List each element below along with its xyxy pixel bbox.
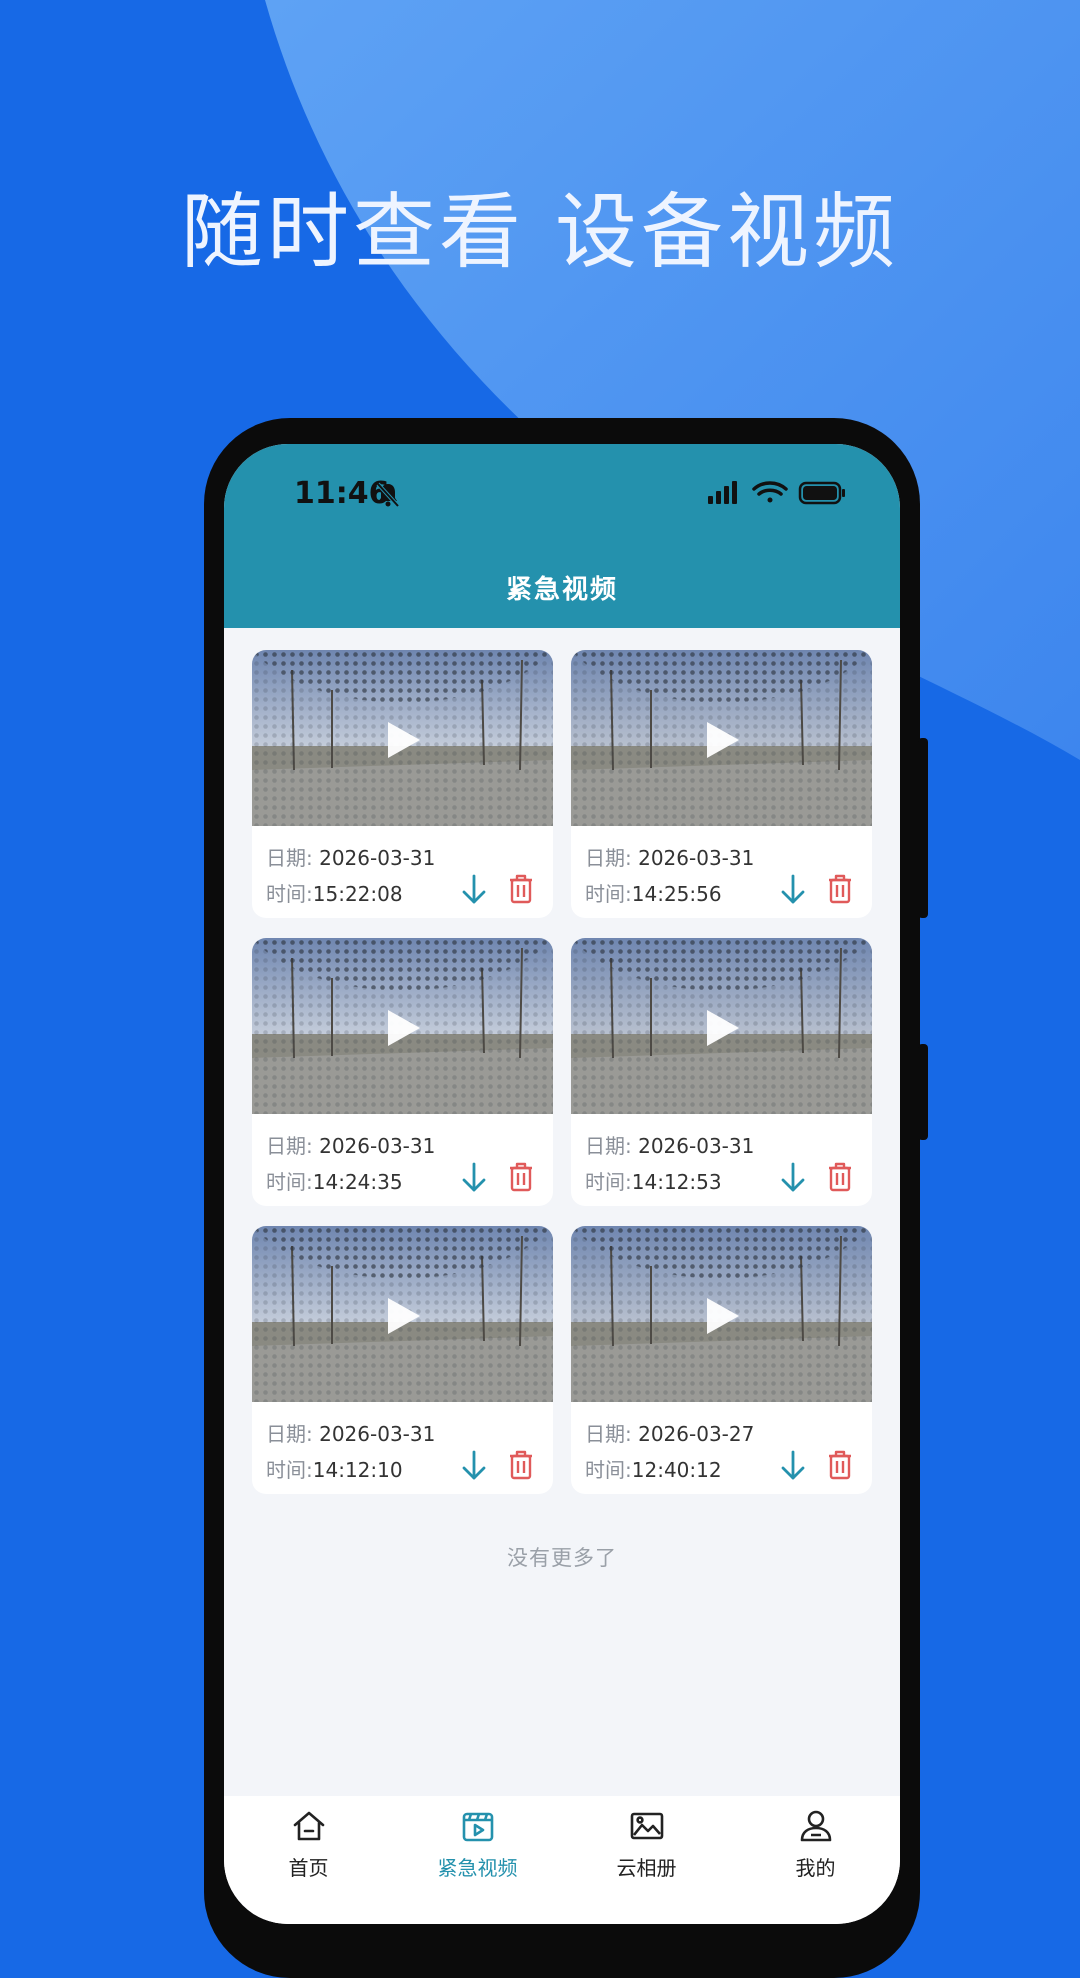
video-time: 时间:14:24:35 [266, 1166, 403, 1195]
date-value: 2026-03-31 [319, 1134, 436, 1158]
video-date: 日期: 2026-03-31 [266, 842, 435, 871]
play-icon[interactable] [388, 1010, 420, 1046]
delete-icon[interactable] [509, 1162, 533, 1192]
user-icon [800, 1810, 831, 1842]
mute-bell-icon [376, 482, 400, 508]
video-thumbnail[interactable] [252, 1226, 553, 1402]
time-label: 时间: [266, 882, 313, 906]
play-icon[interactable] [707, 1298, 739, 1334]
delete-icon[interactable] [509, 874, 533, 904]
time-value: 14:12:53 [631, 1170, 722, 1194]
video-time: 时间:14:12:10 [266, 1454, 403, 1483]
video-thumbnail[interactable] [252, 938, 553, 1114]
video-date: 日期: 2026-03-27 [585, 1418, 754, 1447]
video-thumbnail[interactable] [571, 650, 872, 826]
time-label: 时间: [585, 1458, 632, 1482]
play-icon[interactable] [707, 722, 739, 758]
tab-mine[interactable]: 我的 [731, 1808, 900, 1881]
download-icon[interactable] [779, 1162, 807, 1194]
date-label: 日期: [266, 1422, 320, 1446]
time-label: 时间: [266, 1458, 313, 1482]
video-date: 日期: 2026-03-31 [266, 1130, 435, 1159]
tab-emergency-video-label: 紧急视频 [437, 1856, 518, 1880]
time-value: 14:12:10 [312, 1458, 403, 1482]
delete-icon[interactable] [828, 1450, 852, 1480]
video-card[interactable]: 日期: 2026-03-31 时间:14:24:35 [252, 938, 553, 1206]
date-value: 2026-03-31 [638, 846, 755, 870]
download-icon[interactable] [460, 1450, 488, 1482]
date-label: 日期: [585, 1422, 639, 1446]
time-label: 时间: [585, 882, 632, 906]
video-time: 时间:14:25:56 [585, 878, 722, 907]
photo-icon [630, 1812, 663, 1840]
promo-headline: 随时查看 设备视频 [180, 185, 900, 280]
tab-home[interactable]: 首页 [224, 1808, 393, 1881]
video-card[interactable]: 日期: 2026-03-27 时间:12:40:12 [571, 1226, 872, 1494]
video-date: 日期: 2026-03-31 [585, 1130, 754, 1159]
video-card[interactable]: 日期: 2026-03-31 时间:15:22:08 [252, 650, 553, 918]
video-thumbnail[interactable] [571, 938, 872, 1114]
time-value: 14:24:35 [312, 1170, 403, 1194]
play-icon[interactable] [388, 722, 420, 758]
download-icon[interactable] [779, 1450, 807, 1482]
video-card[interactable]: 日期: 2026-03-31 时间:14:12:53 [571, 938, 872, 1206]
time-value: 15:22:08 [312, 882, 403, 906]
date-label: 日期: [266, 846, 320, 870]
battery-icon [798, 481, 845, 505]
tab-cloud-album[interactable]: 云相册 [562, 1808, 731, 1881]
list-end-text: 没有更多了 [507, 1546, 617, 1570]
download-icon[interactable] [460, 1162, 488, 1194]
date-value: 2026-03-31 [319, 846, 436, 870]
signal-icon [708, 481, 737, 504]
status-icons [708, 481, 845, 505]
video-time: 时间:12:40:12 [585, 1454, 722, 1483]
video-icon [462, 1812, 493, 1842]
date-value: 2026-03-31 [638, 1134, 755, 1158]
video-thumbnail[interactable] [252, 650, 553, 826]
phone-frame: 11:46 紧急视频 日期: 2026-03-31 时间:15:22:08 日期… [204, 418, 928, 1978]
date-label: 日期: [585, 1134, 639, 1158]
video-card[interactable]: 日期: 2026-03-31 时间:14:25:56 [571, 650, 872, 918]
video-card[interactable]: 日期: 2026-03-31 时间:14:12:10 [252, 1226, 553, 1494]
home-icon [293, 1811, 324, 1841]
video-time: 时间:14:12:53 [585, 1166, 722, 1195]
delete-icon[interactable] [509, 1450, 533, 1480]
time-label: 时间: [585, 1170, 632, 1194]
play-icon[interactable] [388, 1298, 420, 1334]
time-value: 12:40:12 [631, 1458, 722, 1482]
delete-icon[interactable] [828, 1162, 852, 1192]
tab-mine-label: 我的 [795, 1856, 836, 1880]
time-value: 14:25:56 [631, 882, 722, 906]
tab-emergency-video[interactable]: 紧急视频 [393, 1808, 562, 1881]
video-date: 日期: 2026-03-31 [585, 842, 754, 871]
video-thumbnail[interactable] [571, 1226, 872, 1402]
video-grid: 日期: 2026-03-31 时间:15:22:08 日期: 2026-03-31 时… [252, 650, 872, 1494]
date-label: 日期: [266, 1134, 320, 1158]
bottom-tab-bar: 首页 紧急视频 云相册 我的 [224, 1796, 900, 1924]
date-label: 日期: [585, 846, 639, 870]
download-icon[interactable] [460, 874, 488, 906]
app-screen: 11:46 紧急视频 日期: 2026-03-31 时间:15:22:08 日期… [224, 444, 900, 1924]
video-time: 时间:15:22:08 [266, 878, 403, 907]
date-value: 2026-03-27 [638, 1422, 755, 1446]
play-icon[interactable] [707, 1010, 739, 1046]
download-icon[interactable] [779, 874, 807, 906]
delete-icon[interactable] [828, 874, 852, 904]
page-title: 紧急视频 [505, 575, 618, 605]
time-label: 时间: [266, 1170, 313, 1194]
wifi-icon [752, 481, 788, 503]
date-value: 2026-03-31 [319, 1422, 436, 1446]
tab-home-label: 首页 [288, 1856, 329, 1880]
app-header: 11:46 紧急视频 [224, 444, 900, 628]
tab-cloud-album-label: 云相册 [616, 1856, 677, 1880]
video-date: 日期: 2026-03-31 [266, 1418, 435, 1447]
